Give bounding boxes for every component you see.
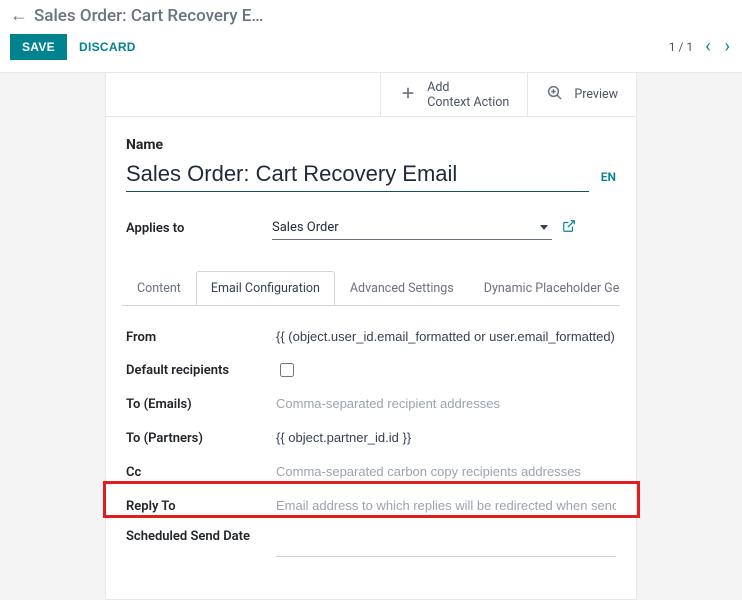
row-cc: Cc [126, 455, 616, 489]
save-button[interactable]: SAVE [10, 34, 67, 60]
row-default-recipients: Default recipients [126, 354, 616, 387]
to-emails-label: To (Emails) [126, 397, 276, 412]
pager: 1 / 1 ‹ › [669, 38, 732, 56]
cc-label: Cc [126, 465, 276, 480]
pager-prev-icon[interactable]: ‹ [703, 38, 712, 56]
reply-to-label: Reply To [126, 499, 276, 514]
breadcrumb-title: Sales Order: Cart Recovery E… [34, 6, 263, 26]
tab-content-panel: From Default recipients To (Emails) To (… [126, 306, 616, 583]
pager-next-icon[interactable]: › [723, 38, 732, 56]
default-recipients-label: Default recipients [126, 363, 276, 378]
from-label: From [126, 330, 276, 345]
external-link-icon[interactable] [562, 219, 576, 237]
action-bar: SAVE DISCARD 1 / 1 ‹ › [0, 30, 742, 72]
discard-button[interactable]: DISCARD [67, 34, 148, 60]
back-arrow-icon[interactable]: ← [10, 7, 28, 25]
tabs: Content Email Configuration Advanced Set… [122, 270, 620, 306]
magnify-plus-icon [546, 84, 564, 106]
form-body: Name EN Applies to Sales Order [106, 117, 636, 583]
row-to-partners: To (Partners) [126, 421, 616, 455]
default-recipients-checkbox[interactable] [280, 363, 294, 377]
applies-to-value: Sales Order [272, 220, 536, 235]
to-partners-input[interactable] [276, 427, 616, 449]
tab-dynamic-placeholder[interactable]: Dynamic Placeholder Generator [469, 271, 620, 306]
tab-content[interactable]: Content [122, 271, 196, 306]
to-emails-input[interactable] [276, 393, 616, 415]
row-to-emails: To (Emails) [126, 387, 616, 421]
preview-button[interactable]: Preview [528, 73, 636, 116]
pager-count: 1 / 1 [669, 40, 693, 54]
row-scheduled-send: Scheduled Send Date [126, 523, 616, 563]
row-from: From [126, 320, 616, 354]
plus-icon [399, 84, 417, 106]
applies-to-label: Applies to [126, 221, 272, 236]
breadcrumb-bar: ← Sales Order: Cart Recovery E… [0, 0, 742, 30]
name-label: Name [126, 137, 616, 153]
scheduled-send-input[interactable] [276, 529, 616, 551]
add-context-label: AddContext Action [427, 80, 509, 110]
from-input[interactable] [276, 326, 616, 348]
reply-to-input[interactable] [276, 495, 616, 517]
cc-input[interactable] [276, 461, 616, 483]
button-box-spacer [106, 73, 381, 116]
to-partners-label: To (Partners) [126, 431, 276, 446]
tab-email-configuration[interactable]: Email Configuration [196, 271, 335, 306]
row-reply-to: Reply To [126, 489, 616, 523]
language-button[interactable]: EN [601, 170, 616, 192]
main-area: AddContext Action Preview Name EN [0, 73, 742, 600]
add-context-action-button[interactable]: AddContext Action [381, 73, 528, 116]
preview-label: Preview [574, 87, 618, 102]
button-box: AddContext Action Preview [106, 73, 636, 117]
caret-down-icon [540, 225, 548, 230]
applies-to-select[interactable]: Sales Order [272, 216, 552, 240]
scheduled-send-label: Scheduled Send Date [126, 529, 276, 544]
tab-advanced-settings[interactable]: Advanced Settings [335, 271, 469, 306]
name-input[interactable] [126, 159, 589, 192]
form-sheet: AddContext Action Preview Name EN [105, 73, 637, 600]
